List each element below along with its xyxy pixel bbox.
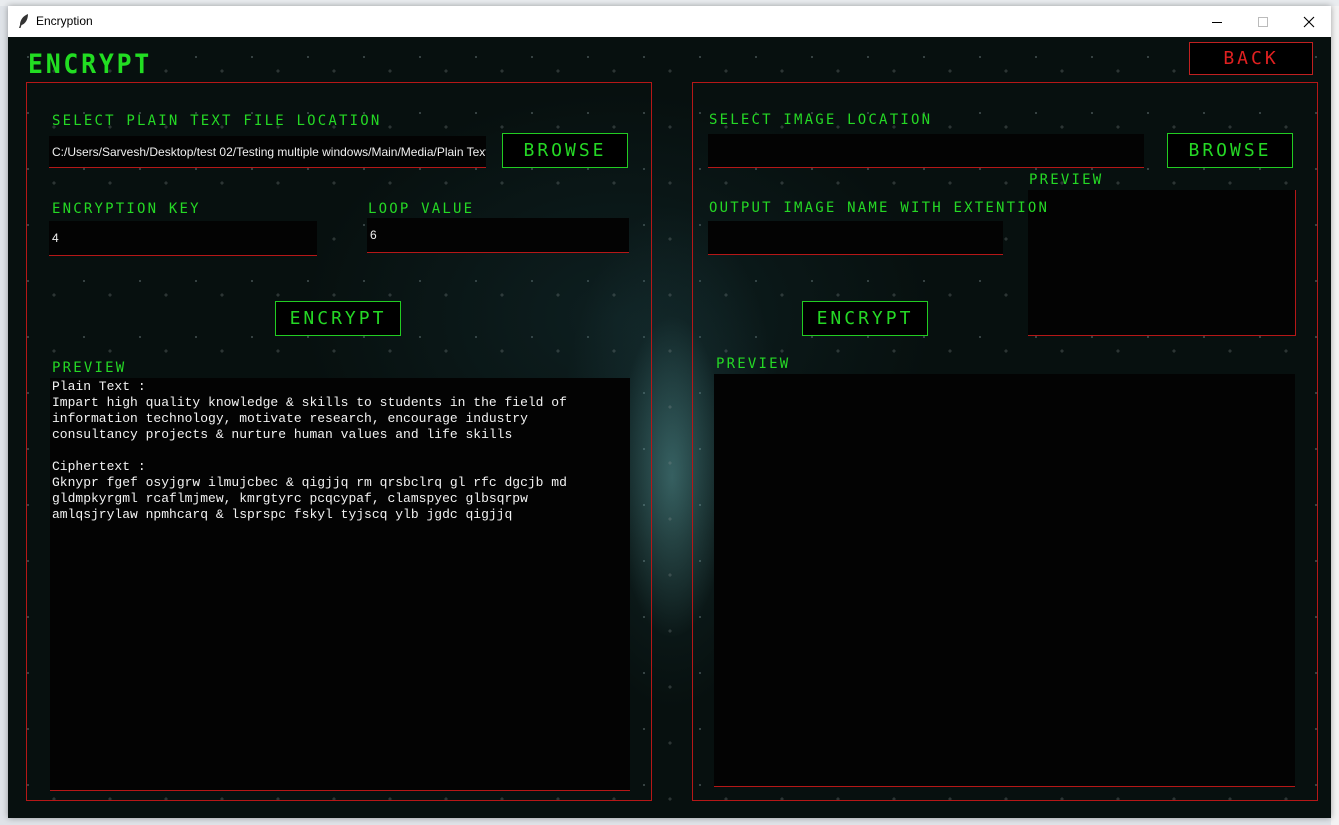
browse-image-button[interactable]: BROWSE [1167,133,1293,168]
app-canvas: ENCRYPT BACK SELECT PLAIN TEXT FILE LOCA… [8,37,1331,818]
file-location-label: SELECT PLAIN TEXT FILE LOCATION [52,113,382,129]
desktop-edge [1331,6,1339,825]
back-button[interactable]: BACK [1189,42,1313,75]
encryption-key-input[interactable]: 4 [49,221,317,256]
page-title: ENCRYPT [28,49,153,80]
text-preview-area[interactable]: Plain Text : Impart high quality knowled… [50,378,630,791]
image-encryption-panel: SELECT IMAGE LOCATION BROWSE PREVIEW OUT… [692,82,1318,801]
window-title: Encryption [36,14,93,28]
loop-value-input[interactable]: 6 [367,218,629,253]
output-name-label: OUTPUT IMAGE NAME WITH EXTENTION [709,200,1050,216]
text-encryption-panel: SELECT PLAIN TEXT FILE LOCATION C:/Users… [26,82,652,801]
encrypt-image-button[interactable]: ENCRYPT [802,301,928,336]
image-location-input[interactable] [708,134,1144,168]
minimize-icon [1212,21,1222,23]
app-window: Encryption ENCRYPT BACK SELECT PLAIN TEX… [8,6,1331,818]
feather-icon [17,13,31,29]
image-location-label: SELECT IMAGE LOCATION [709,112,933,128]
close-icon [1303,16,1315,27]
output-name-input[interactable] [708,221,1003,255]
maximize-icon [1258,16,1268,27]
encryption-key-label: ENCRYPTION KEY [52,201,201,217]
title-bar[interactable]: Encryption [8,6,1331,37]
maximize-button[interactable] [1240,6,1286,37]
close-button[interactable] [1286,6,1332,37]
minimize-button[interactable] [1194,6,1240,37]
image-preview-label: PREVIEW [716,356,791,372]
small-preview-label: PREVIEW [1029,172,1104,188]
image-thumbnail-preview [1028,190,1296,336]
text-preview-label: PREVIEW [52,360,127,376]
image-preview-area [714,374,1295,787]
loop-value-label: LOOP VALUE [368,201,475,217]
browse-text-button[interactable]: BROWSE [502,133,628,168]
encrypt-text-button[interactable]: ENCRYPT [275,301,401,336]
file-location-input[interactable]: C:/Users/Sarvesh/Desktop/test 02/Testing… [49,136,486,168]
